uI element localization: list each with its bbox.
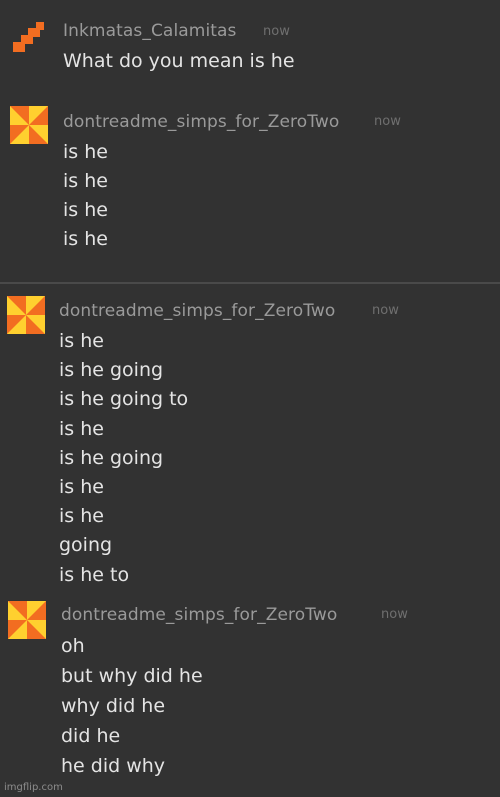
message-text: is he bbox=[63, 199, 108, 221]
message-timestamp: now bbox=[374, 114, 401, 129]
message-text: is he bbox=[59, 476, 104, 498]
message-text: why did he bbox=[61, 695, 166, 717]
imgflip-watermark: imgflip.com bbox=[4, 782, 63, 793]
message-username[interactable]: dontreadme_simps_for_ZeroTwo bbox=[63, 112, 339, 132]
message-text: is he to bbox=[59, 564, 130, 586]
message-text: did he bbox=[61, 725, 121, 747]
message-username[interactable]: Inkmatas_Calamitas bbox=[63, 21, 237, 41]
message-text: is he bbox=[59, 418, 104, 440]
message-timestamp: now bbox=[381, 607, 408, 622]
pinwheel-icon[interactable] bbox=[7, 296, 45, 334]
message-text: is he bbox=[59, 505, 104, 527]
message-text: is he bbox=[63, 141, 108, 163]
message-text: is he going to bbox=[59, 388, 189, 410]
message-text: he did why bbox=[61, 755, 166, 777]
message-text: is he going bbox=[59, 447, 164, 469]
message-text: oh bbox=[61, 635, 85, 657]
pinwheel-icon[interactable] bbox=[8, 601, 46, 639]
message-text: but why did he bbox=[61, 665, 203, 687]
message-username[interactable]: dontreadme_simps_for_ZeroTwo bbox=[59, 301, 335, 321]
message-username[interactable]: dontreadme_simps_for_ZeroTwo bbox=[61, 605, 337, 625]
message-timestamp: now bbox=[372, 303, 399, 318]
message-text: is he bbox=[63, 170, 108, 192]
pinwheel-icon[interactable] bbox=[10, 106, 48, 144]
message-timestamp: now bbox=[263, 24, 290, 39]
message-text: is he bbox=[63, 228, 108, 250]
message-text: What do you mean is he bbox=[63, 50, 295, 72]
orange-pixel-staircase-icon[interactable] bbox=[10, 18, 48, 56]
message-text: is he bbox=[59, 330, 104, 352]
message-text: going bbox=[59, 534, 113, 556]
message-text: is he going bbox=[59, 359, 164, 381]
